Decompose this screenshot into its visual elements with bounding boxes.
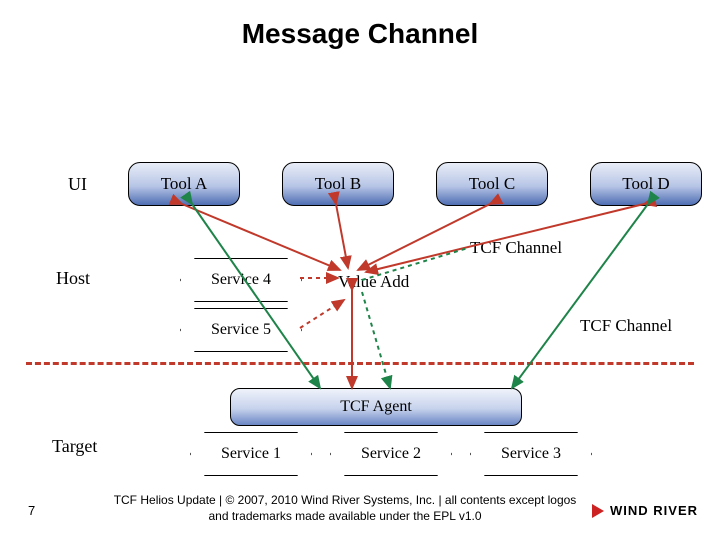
logo-triangle-icon [592,504,604,518]
windriver-logo: WIND RIVER [592,503,698,518]
slide-title: Message Channel [0,18,720,50]
tcf-channel-label-1: TCF Channel [470,238,562,258]
service-1: Service 1 [190,432,312,476]
row-label-target: Target [52,436,97,457]
service-5: Service 5 [180,308,302,352]
tool-a: Tool A [128,162,240,206]
row-label-ui: UI [68,174,87,195]
row-label-host: Host [56,268,90,289]
logo-text: WIND RIVER [610,503,698,518]
footer-text: TCF Helios Update | © 2007, 2010 Wind Ri… [110,492,580,524]
tcf-channel-label-2: TCF Channel [580,316,672,336]
tool-b: Tool B [282,162,394,206]
service-3: Service 3 [470,432,592,476]
tcf-agent: TCF Agent [230,388,522,426]
service-4: Service 4 [180,258,302,302]
page-number: 7 [28,503,35,518]
value-add-label: Value Add [338,272,409,292]
boundary-line [26,362,694,365]
service-2: Service 2 [330,432,452,476]
tool-d: Tool D [590,162,702,206]
slide: Message Channel UI Host Target Tool A To… [0,0,720,540]
tool-c: Tool C [436,162,548,206]
